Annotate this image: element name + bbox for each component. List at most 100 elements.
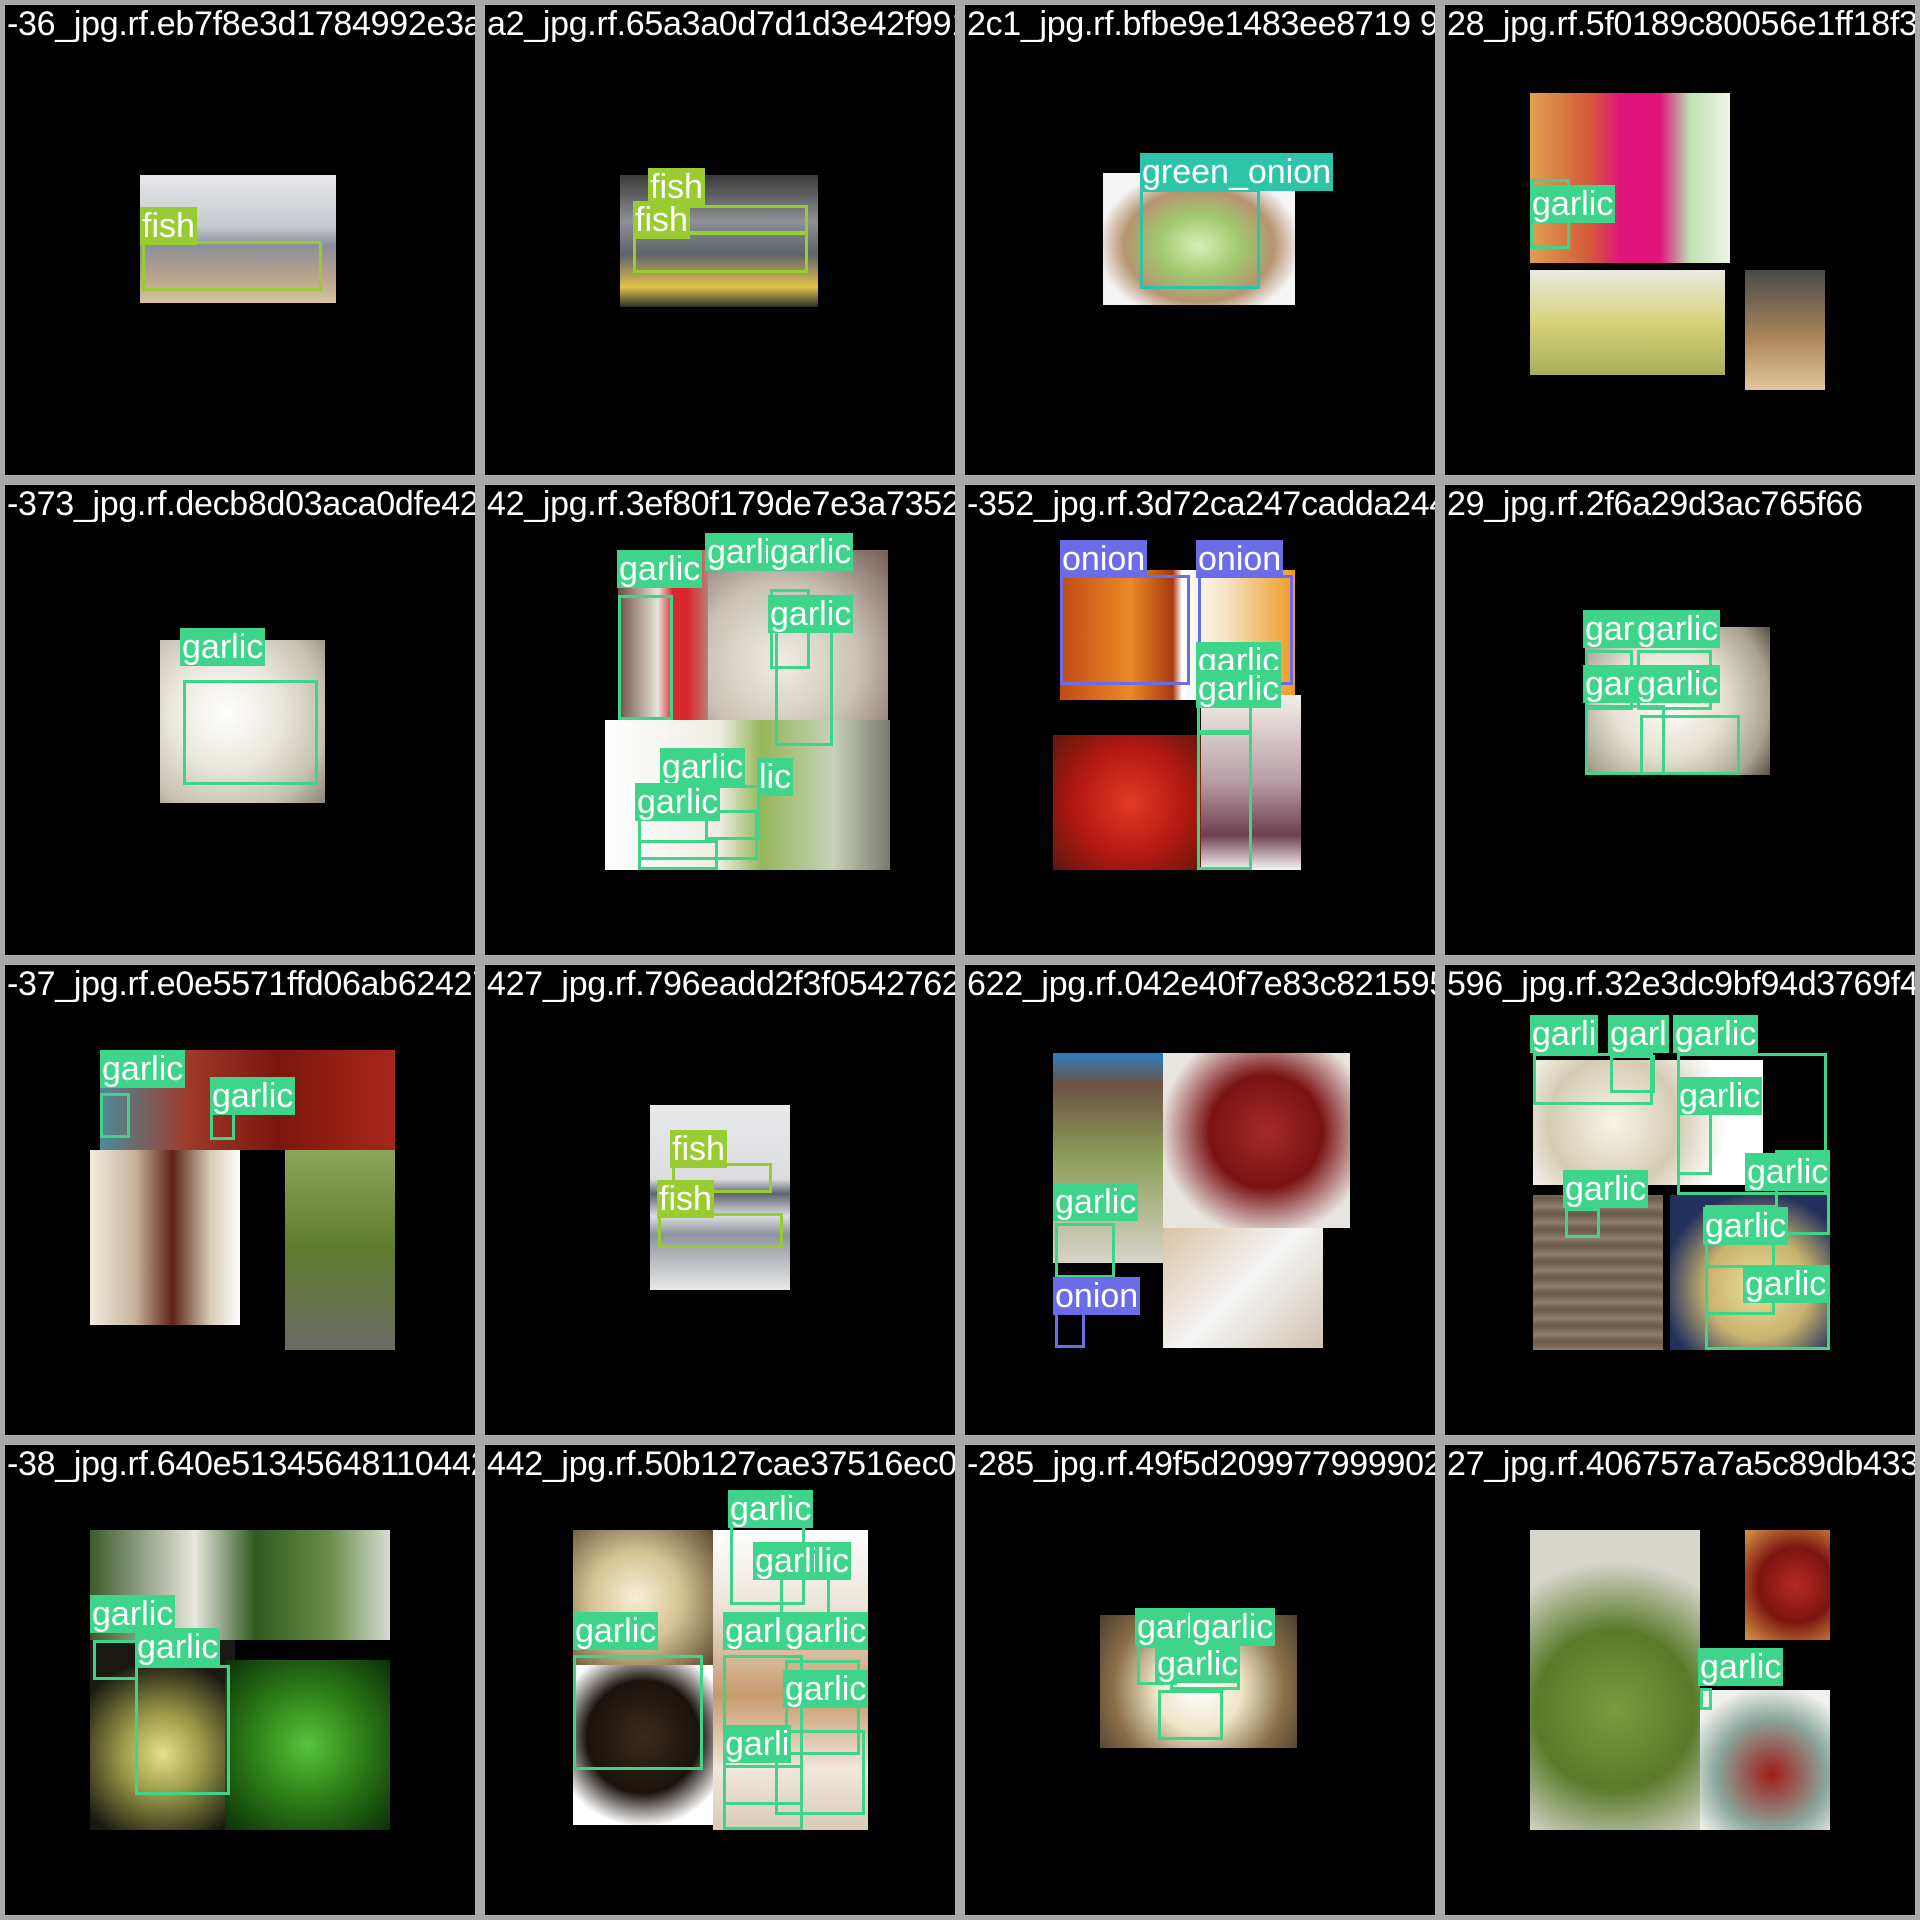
image-filename: -37_jpg.rf.e0e5571ffd06ab62427c49ff796: [7, 965, 475, 1003]
photo-green-beans: [285, 1150, 395, 1350]
image-filename: 29_jpg.rf.2f6a29d3ac765f66: [1447, 485, 1863, 523]
bbox-garlic: [638, 840, 718, 870]
mosaic-tile-14[interactable]: garlic garli lic garlic garli garlic gar…: [485, 1445, 955, 1915]
label-garlic: garlic: [573, 1612, 659, 1650]
bbox-fish: [658, 1213, 783, 1248]
bbox-garlic: [1610, 1055, 1655, 1093]
image-filename: 27_jpg.rf.406757a7a5c89db433a: [1447, 1445, 1915, 1483]
image-filename: 42_jpg.rf.3ef80f179de7e3a7352a98d3d72ca: [487, 485, 955, 523]
photo-squash-crate: [1745, 270, 1825, 390]
bbox-garlic: [1565, 1208, 1600, 1238]
mosaic-tile-4[interactable]: garlic 28_jpg.rf.5f0189c80056e1ff18f36: [1445, 5, 1915, 475]
bbox-garlic: [93, 1640, 138, 1680]
photo-cup-drink: [1163, 1228, 1323, 1348]
label-garlic: garlic: [1635, 610, 1721, 648]
label-garlic: garlic: [1635, 665, 1721, 703]
bbox-garlic: [723, 1765, 803, 1830]
label-onion: onion: [1053, 1277, 1141, 1315]
label-garlic: garlic: [1563, 1170, 1649, 1208]
mosaic-tile-9[interactable]: garlic garlic -37_jpg.rf.e0e5571ffd06ab6…: [5, 965, 475, 1435]
label-garlic: garl: [1608, 1015, 1669, 1053]
image-filename: 2c1_jpg.rf.bfbe9e1483ee8719 928: [967, 5, 1435, 43]
label-fish: fish: [657, 1180, 714, 1218]
label-garlic: lic: [815, 1542, 852, 1580]
mosaic-tile-6[interactable]: garlic garli garlic garlic garlic lic ga…: [485, 485, 955, 955]
mosaic-tile-10[interactable]: fish fish 427_jpg.rf.796eadd2f3f0542762: [485, 965, 955, 1435]
mosaic-tile-11[interactable]: garlic onion 622_jpg.rf.042e40f7e83c8215…: [965, 965, 1435, 1435]
label-garlic: garli: [753, 1542, 822, 1580]
bbox-garlic: [775, 628, 833, 746]
label-garlic: garli: [1530, 1015, 1599, 1053]
bbox-green-onion: [1140, 189, 1260, 289]
bbox-garlic: [1677, 1105, 1712, 1175]
label-garlic: garlic: [768, 533, 854, 571]
mosaic-tile-16[interactable]: garlic 27_jpg.rf.406757a7a5c89db433a: [1445, 1445, 1915, 1915]
image-filename: -36_jpg.rf.eb7f8e3d1784992e3a2b931f65aa4…: [7, 5, 475, 43]
label-garlic: garl: [1135, 1608, 1196, 1646]
label-garlic: garlic: [635, 783, 721, 821]
image-filename: -373_jpg.rf.decb8d03aca0dfe423f0c8f57df8…: [7, 485, 475, 523]
bbox-garlic: [1197, 730, 1252, 870]
bbox-garlic: [1640, 715, 1740, 775]
bbox-garlic: [183, 680, 318, 785]
mosaic-tile-12[interactable]: garli garl garlic garlic garlic garlic g…: [1445, 965, 1915, 1435]
label-garlic: lic: [757, 758, 794, 796]
label-garlic: garlic: [135, 1628, 221, 1666]
photo-kidney-beans-basket: [1745, 1530, 1830, 1640]
photo-bean-bowl-teal: [1700, 1690, 1830, 1830]
bbox-garlic: [618, 595, 673, 720]
image-filename: -285_jpg.rf.49f5d20997799990287: [967, 1445, 1435, 1483]
photo-red-peppers: [1053, 735, 1208, 870]
bbox-garlic: [1700, 1688, 1712, 1710]
label-garlic: garlic: [180, 628, 266, 666]
bbox-garlic: [135, 1665, 230, 1795]
bbox-garlic: [100, 1093, 130, 1138]
mosaic-tile-2[interactable]: fish fish a2_jpg.rf.65a3a0d7d1d3e42f9917…: [485, 5, 955, 475]
label-garlic: garlic: [1530, 185, 1616, 223]
mosaic-tile-13[interactable]: garlic garlic -38_jpg.rf.640e51345648110…: [5, 1445, 475, 1915]
image-filename: 28_jpg.rf.5f0189c80056e1ff18f36: [1447, 5, 1915, 43]
bbox-garlic: [573, 1655, 703, 1770]
photo-kidney-beans-bag: [1163, 1053, 1350, 1228]
bbox-garlic: [1158, 1690, 1223, 1740]
label-fish: fish: [670, 1130, 727, 1168]
photo-beans-salad: [1530, 1530, 1700, 1830]
photo-bean-can: [90, 1150, 240, 1325]
label-garlic: garlic: [1677, 1077, 1763, 1115]
label-garlic: garlic: [210, 1077, 296, 1115]
mosaic-tile-7[interactable]: onion onion garlic garlic -352_jpg.rf.3d…: [965, 485, 1435, 955]
label-garlic: garlic: [1703, 1207, 1789, 1245]
image-filename: -38_jpg.rf.640e51345648110442b9f2f50b127…: [7, 1445, 475, 1483]
photo-pattypan-squash: [1530, 270, 1725, 375]
mosaic-tile-15[interactable]: garl garlic garlic -285_jpg.rf.49f5d2099…: [965, 1445, 1435, 1915]
label-garlic: garlic: [1053, 1183, 1139, 1221]
label-garlic: garlic: [728, 1490, 814, 1528]
label-garlic: garlic: [617, 550, 703, 588]
mosaic-tile-5[interactable]: garlic -373_jpg.rf.decb8d03aca0dfe423f0c…: [5, 485, 475, 955]
label-garlic: garli: [723, 1725, 792, 1763]
label-garlic: garlic: [1673, 1015, 1759, 1053]
label-onion: onion: [1196, 540, 1284, 578]
label-garlic: garlic: [660, 748, 746, 786]
label-fish: fish: [140, 207, 197, 245]
label-garlic: garlic: [100, 1050, 186, 1088]
label-garlic: garlic: [1743, 1265, 1829, 1303]
image-filename: -352_jpg.rf.3d72ca247cadda2449a2134f2f6a…: [967, 485, 1435, 523]
label-garlic: garlic: [768, 595, 854, 633]
label-fish: fish: [633, 201, 690, 239]
label-garlic: garli: [705, 533, 774, 571]
image-filename: a2_jpg.rf.65a3a0d7d1d3e42f9917 21400a20f…: [487, 5, 955, 43]
image-filename: 442_jpg.rf.50b127cae37516ec0788: [487, 1445, 955, 1483]
label-garlic: garlic: [1190, 1608, 1276, 1646]
label-garlic: garlic: [783, 1670, 869, 1708]
mosaic-tile-1[interactable]: fish -36_jpg.rf.eb7f8e3d1784992e3a2b931f…: [5, 5, 475, 475]
label-onion: onion: [1060, 540, 1148, 578]
label-garlic: garlic: [1196, 670, 1282, 708]
mosaic-tile-8[interactable]: garli garlic garli garlic 29_jpg.rf.2f6a…: [1445, 485, 1915, 955]
mosaic-tile-3[interactable]: green_onion 2c1_jpg.rf.bfbe9e1483ee8719 …: [965, 5, 1435, 475]
bbox-onion: [1060, 575, 1190, 685]
image-filename: 427_jpg.rf.796eadd2f3f0542762: [487, 965, 955, 1003]
bbox-garlic: [1055, 1223, 1115, 1278]
photo-bright-green-beans: [225, 1660, 390, 1830]
label-garlic: garlic: [1155, 1645, 1241, 1683]
